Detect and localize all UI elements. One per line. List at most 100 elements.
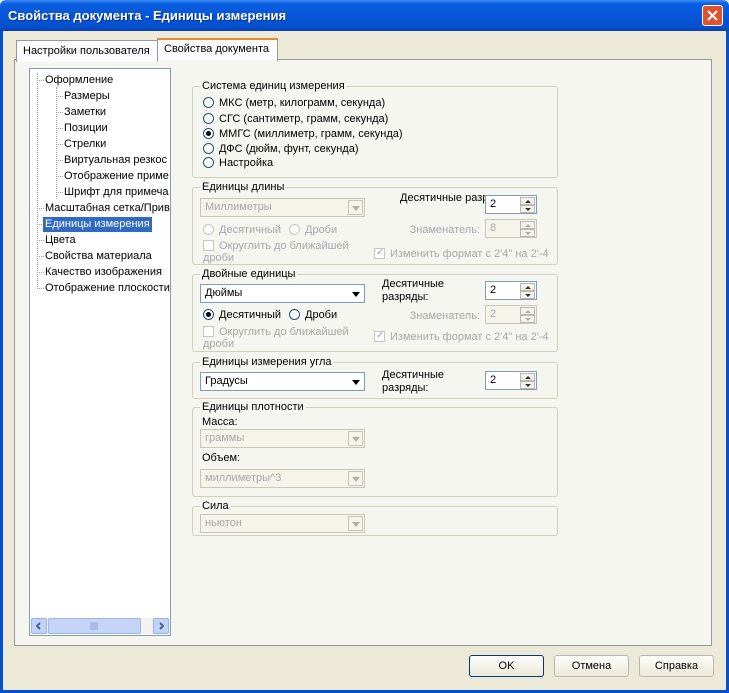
chevron-down-icon: [348, 374, 363, 389]
tree-item-annotation-font[interactable]: Шрифт для примеча: [62, 185, 170, 200]
scroll-thumb[interactable]: [48, 618, 141, 634]
force-unit-select[interactable]: ньютон: [200, 514, 365, 533]
angle-decimal-label: Десятичные разряды:: [382, 369, 445, 394]
group-title: Единицы длины: [200, 181, 287, 193]
spinner-down-icon[interactable]: [520, 315, 535, 323]
length-decimal-spinner[interactable]: 2: [485, 195, 537, 214]
mass-unit-select[interactable]: граммы: [200, 429, 365, 448]
length-radio-decimal[interactable]: Десятичный: [203, 224, 281, 238]
tree-item-colors[interactable]: Цвета: [43, 233, 78, 248]
settings-tree[interactable]: Оформление Размеры Заметки Позиции Стрел…: [29, 68, 171, 636]
tree-item-plane-display[interactable]: Отображение плоскости: [43, 281, 170, 296]
dual-decimal-label: Десятичные разряды:: [382, 278, 445, 303]
tree-item-dimensions[interactable]: Размеры: [62, 89, 112, 104]
tree-item-notes[interactable]: Заметки: [62, 105, 108, 120]
chevron-down-icon: [348, 200, 363, 215]
tab-document-properties[interactable]: Свойства документа: [157, 38, 278, 62]
chevron-down-icon: [348, 471, 363, 486]
volume-label: Объем:: [202, 452, 241, 464]
dual-denominator-spinner[interactable]: 2: [485, 305, 537, 324]
radio-label: Десятичный: [219, 224, 282, 236]
tree-item-units[interactable]: Единицы измерения: [43, 217, 152, 232]
radio-circle: [203, 157, 214, 168]
spinner-down-icon[interactable]: [520, 381, 535, 389]
radio-custom[interactable]: Настройка: [203, 157, 273, 171]
close-button[interactable]: [702, 5, 723, 26]
length-format-checkbox[interactable]: Изменить формат с 2'4" на 2'-4: [374, 247, 549, 260]
tree-item-annotation-display[interactable]: Отображение приме: [62, 169, 170, 184]
tree-item-material-properties[interactable]: Свойства материала: [43, 249, 154, 264]
dual-unit-select[interactable]: Дюймы: [200, 284, 365, 303]
tree-horizontal-scrollbar[interactable]: [31, 618, 169, 634]
spinner-up-icon[interactable]: [520, 197, 535, 205]
title-bar: Свойства документа - Единицы измерения: [0, 0, 729, 31]
window-title: Свойства документа - Единицы измерения: [8, 8, 287, 23]
chevron-down-icon: [348, 516, 363, 531]
dual-decimal-spinner[interactable]: 2: [485, 281, 537, 300]
radio-label: ММГС (миллиметр, грамм, секунда): [219, 128, 403, 140]
checkbox-box: [203, 240, 214, 251]
group-title: Система единиц измерения: [200, 80, 347, 92]
angle-unit-select[interactable]: Градусы: [200, 372, 365, 391]
cancel-button[interactable]: Отмена: [554, 655, 629, 677]
radio-cgs[interactable]: СГС (сантиметр, грамм, секунда): [203, 113, 388, 127]
select-value: Миллиметры: [205, 201, 272, 213]
radio-mks[interactable]: МКС (метр, килограмм, секунда): [203, 97, 385, 111]
length-radio-fractions[interactable]: Дроби: [289, 224, 337, 238]
radio-label: Десятичный: [219, 309, 282, 321]
spinner-down-icon[interactable]: [520, 229, 535, 237]
dual-format-checkbox[interactable]: Изменить формат с 2'4" на 2'-4: [374, 330, 549, 343]
tree-item-balloons[interactable]: Позиции: [62, 121, 110, 136]
dual-denominator-label: Знаменатель:: [409, 310, 480, 322]
checkbox-box-checked: [374, 330, 385, 342]
length-round-checkbox[interactable]: Округлить до ближайшей дроби: [203, 240, 373, 264]
tab-label: Настройки пользователя: [23, 45, 150, 57]
tree-item-design[interactable]: Оформление: [43, 73, 115, 88]
spinner-up-icon[interactable]: [520, 283, 535, 291]
length-unit-select[interactable]: Миллиметры: [200, 198, 365, 217]
dual-radio-decimal[interactable]: Десятичный: [203, 309, 281, 323]
checkbox-label: Изменить формат с 2'4" на 2'-4: [390, 331, 549, 343]
tab-user-settings[interactable]: Настройки пользователя: [16, 40, 158, 62]
tree-item-virtual-sharp[interactable]: Виртуальная резкос: [62, 153, 169, 168]
tab-label: Свойства документа: [164, 43, 269, 55]
radio-circle: [289, 224, 300, 235]
tree-item-arrows[interactable]: Стрелки: [62, 137, 108, 152]
length-decimal-label: Десятичные разряды:: [400, 192, 512, 204]
tree-item-image-quality[interactable]: Качество изображения: [43, 265, 164, 280]
dual-radio-fractions[interactable]: Дроби: [289, 309, 337, 323]
spinner-value: 2: [490, 198, 497, 210]
angle-decimal-spinner[interactable]: 2: [485, 371, 537, 390]
dual-round-checkbox[interactable]: Округлить до ближайшей дроби: [203, 326, 373, 350]
ok-button[interactable]: OK: [469, 655, 544, 677]
tree-item-grid-snap[interactable]: Масштабная сетка/Прив: [43, 201, 170, 216]
checkbox-label: Изменить формат с 2'4" на 2'-4: [390, 248, 549, 260]
spinner-up-icon[interactable]: [520, 221, 535, 229]
spinner-down-icon[interactable]: [520, 205, 535, 213]
radio-ips[interactable]: ДФС (дюйм, фунт, секунда): [203, 143, 358, 157]
volume-unit-select[interactable]: миллиметры^3: [200, 469, 365, 488]
scroll-right-button[interactable]: [153, 618, 169, 634]
checkbox-label: Округлить до ближайшей дроби: [203, 240, 349, 264]
close-icon: [707, 10, 718, 21]
group-title: Двойные единицы: [200, 268, 298, 280]
spinner-up-icon[interactable]: [520, 307, 535, 315]
spinner-value: 2: [490, 284, 497, 296]
window-frame-left: [0, 31, 3, 693]
spinner-down-icon[interactable]: [520, 291, 535, 299]
checkbox-box-checked: [374, 247, 385, 259]
help-button[interactable]: Справка: [639, 655, 714, 677]
spinner-value: 2: [490, 374, 497, 386]
group-title: Сила: [200, 500, 231, 512]
scroll-left-button[interactable]: [31, 618, 47, 634]
radio-label: Дроби: [305, 224, 338, 236]
spinner-value: 8: [490, 222, 497, 234]
length-denominator-spinner[interactable]: 8: [485, 219, 537, 238]
select-value: Градусы: [205, 375, 248, 387]
radio-circle-selected: [203, 309, 214, 320]
radio-circle: [203, 224, 214, 235]
radio-circle: [203, 97, 214, 108]
radio-mmgs[interactable]: ММГС (миллиметр, грамм, секунда): [203, 128, 403, 142]
spinner-up-icon[interactable]: [520, 373, 535, 381]
select-value: Дюймы: [205, 287, 243, 299]
